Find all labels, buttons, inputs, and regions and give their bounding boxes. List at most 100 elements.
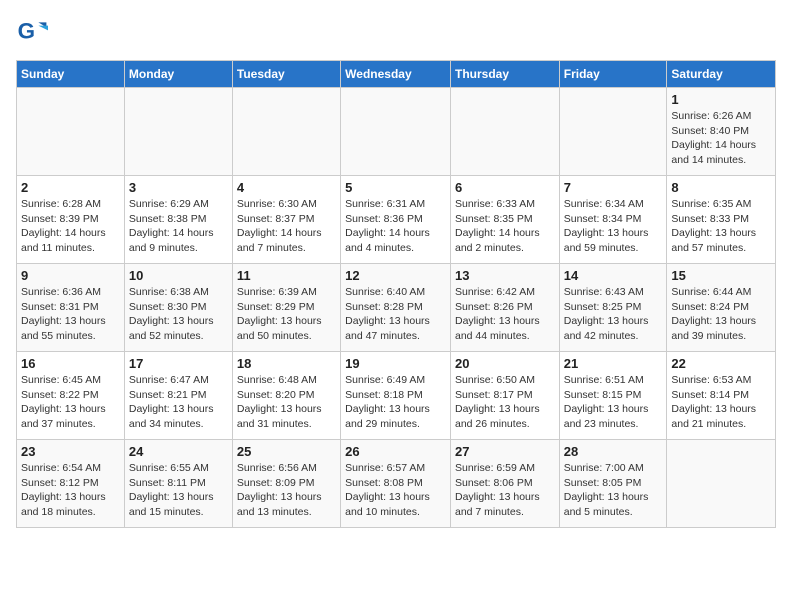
- weekday-header-sunday: Sunday: [17, 61, 125, 88]
- day-info: Sunrise: 6:56 AM Sunset: 8:09 PM Dayligh…: [237, 461, 336, 520]
- calendar-cell: 7 Sunrise: 6:34 AM Sunset: 8:34 PM Daylig…: [559, 176, 667, 264]
- day-info: Sunrise: 6:48 AM Sunset: 8:20 PM Dayligh…: [237, 373, 336, 432]
- day-number: 18: [237, 356, 336, 371]
- day-number: 10: [129, 268, 228, 283]
- day-info: Sunrise: 6:31 AM Sunset: 8:36 PM Dayligh…: [345, 197, 446, 256]
- day-info: Sunrise: 6:28 AM Sunset: 8:39 PM Dayligh…: [21, 197, 120, 256]
- calendar-cell: 20 Sunrise: 6:50 AM Sunset: 8:17 PM Dayli…: [450, 352, 559, 440]
- day-info: Sunrise: 6:36 AM Sunset: 8:31 PM Dayligh…: [21, 285, 120, 344]
- day-number: 22: [671, 356, 771, 371]
- weekday-header-wednesday: Wednesday: [341, 61, 451, 88]
- calendar-cell: 12 Sunrise: 6:40 AM Sunset: 8:28 PM Dayli…: [341, 264, 451, 352]
- day-number: 3: [129, 180, 228, 195]
- calendar-cell: 3 Sunrise: 6:29 AM Sunset: 8:38 PM Daylig…: [124, 176, 232, 264]
- day-info: Sunrise: 6:38 AM Sunset: 8:30 PM Dayligh…: [129, 285, 228, 344]
- day-number: 15: [671, 268, 771, 283]
- calendar-week-row: 16 Sunrise: 6:45 AM Sunset: 8:22 PM Dayli…: [17, 352, 776, 440]
- day-number: 19: [345, 356, 446, 371]
- day-info: Sunrise: 7:00 AM Sunset: 8:05 PM Dayligh…: [564, 461, 663, 520]
- calendar-cell: [667, 440, 776, 528]
- calendar-cell: 1 Sunrise: 6:26 AM Sunset: 8:40 PM Daylig…: [667, 88, 776, 176]
- day-number: 2: [21, 180, 120, 195]
- calendar-week-row: 2 Sunrise: 6:28 AM Sunset: 8:39 PM Daylig…: [17, 176, 776, 264]
- calendar-cell: 5 Sunrise: 6:31 AM Sunset: 8:36 PM Daylig…: [341, 176, 451, 264]
- day-number: 17: [129, 356, 228, 371]
- calendar-week-row: 9 Sunrise: 6:36 AM Sunset: 8:31 PM Daylig…: [17, 264, 776, 352]
- logo-icon: G: [16, 16, 48, 48]
- day-number: 4: [237, 180, 336, 195]
- calendar-cell: 28Sunrise: 7:00 AM Sunset: 8:05 PM Dayli…: [559, 440, 667, 528]
- day-number: 26: [345, 444, 446, 459]
- calendar-cell: [341, 88, 451, 176]
- calendar-cell: [559, 88, 667, 176]
- calendar-cell: 23 Sunrise: 6:54 AM Sunset: 8:12 PM Dayli…: [17, 440, 125, 528]
- day-info: Sunrise: 6:44 AM Sunset: 8:24 PM Dayligh…: [671, 285, 771, 344]
- calendar-cell: 24 Sunrise: 6:55 AM Sunset: 8:11 PM Dayli…: [124, 440, 232, 528]
- day-info: Sunrise: 6:33 AM Sunset: 8:35 PM Dayligh…: [455, 197, 555, 256]
- day-info: Sunrise: 6:35 AM Sunset: 8:33 PM Dayligh…: [671, 197, 771, 256]
- day-number: 21: [564, 356, 663, 371]
- day-info: Sunrise: 6:39 AM Sunset: 8:29 PM Dayligh…: [237, 285, 336, 344]
- calendar-cell: 25 Sunrise: 6:56 AM Sunset: 8:09 PM Dayli…: [232, 440, 340, 528]
- day-number: 8: [671, 180, 771, 195]
- day-number: 11: [237, 268, 336, 283]
- day-number: 5: [345, 180, 446, 195]
- logo: G: [16, 16, 52, 48]
- day-number: 14: [564, 268, 663, 283]
- calendar-cell: 2 Sunrise: 6:28 AM Sunset: 8:39 PM Daylig…: [17, 176, 125, 264]
- calendar-cell: 19 Sunrise: 6:49 AM Sunset: 8:18 PM Dayli…: [341, 352, 451, 440]
- day-info: Sunrise: 6:34 AM Sunset: 8:34 PM Dayligh…: [564, 197, 663, 256]
- day-number: 20: [455, 356, 555, 371]
- weekday-header-row: SundayMondayTuesdayWednesdayThursdayFrid…: [17, 61, 776, 88]
- calendar-cell: 9 Sunrise: 6:36 AM Sunset: 8:31 PM Daylig…: [17, 264, 125, 352]
- calendar-cell: 15 Sunrise: 6:44 AM Sunset: 8:24 PM Dayli…: [667, 264, 776, 352]
- day-info: Sunrise: 6:30 AM Sunset: 8:37 PM Dayligh…: [237, 197, 336, 256]
- day-info: Sunrise: 6:53 AM Sunset: 8:14 PM Dayligh…: [671, 373, 771, 432]
- calendar-cell: 16 Sunrise: 6:45 AM Sunset: 8:22 PM Dayli…: [17, 352, 125, 440]
- svg-text:G: G: [18, 18, 35, 43]
- calendar-cell: 17Sunrise: 6:47 AM Sunset: 8:21 PM Dayli…: [124, 352, 232, 440]
- weekday-header-saturday: Saturday: [667, 61, 776, 88]
- day-number: 12: [345, 268, 446, 283]
- day-info: Sunrise: 6:51 AM Sunset: 8:15 PM Dayligh…: [564, 373, 663, 432]
- calendar-cell: [17, 88, 125, 176]
- day-number: 6: [455, 180, 555, 195]
- calendar-week-row: 23 Sunrise: 6:54 AM Sunset: 8:12 PM Dayli…: [17, 440, 776, 528]
- calendar-cell: [450, 88, 559, 176]
- day-info: Sunrise: 6:54 AM Sunset: 8:12 PM Dayligh…: [21, 461, 120, 520]
- calendar-cell: [232, 88, 340, 176]
- calendar-cell: 10 Sunrise: 6:38 AM Sunset: 8:30 PM Dayli…: [124, 264, 232, 352]
- day-info: Sunrise: 6:55 AM Sunset: 8:11 PM Dayligh…: [129, 461, 228, 520]
- day-info: Sunrise: 6:45 AM Sunset: 8:22 PM Dayligh…: [21, 373, 120, 432]
- calendar-week-row: 1 Sunrise: 6:26 AM Sunset: 8:40 PM Daylig…: [17, 88, 776, 176]
- day-info: Sunrise: 6:29 AM Sunset: 8:38 PM Dayligh…: [129, 197, 228, 256]
- day-number: 1: [671, 92, 771, 107]
- day-number: 23: [21, 444, 120, 459]
- day-number: 24: [129, 444, 228, 459]
- page-header: G: [16, 16, 776, 48]
- calendar-cell: 22 Sunrise: 6:53 AM Sunset: 8:14 PM Dayli…: [667, 352, 776, 440]
- day-info: Sunrise: 6:49 AM Sunset: 8:18 PM Dayligh…: [345, 373, 446, 432]
- day-number: 16: [21, 356, 120, 371]
- calendar-cell: 26 Sunrise: 6:57 AM Sunset: 8:08 PM Dayli…: [341, 440, 451, 528]
- calendar-cell: 21 Sunrise: 6:51 AM Sunset: 8:15 PM Dayli…: [559, 352, 667, 440]
- day-number: 7: [564, 180, 663, 195]
- day-info: Sunrise: 6:50 AM Sunset: 8:17 PM Dayligh…: [455, 373, 555, 432]
- calendar-cell: 27Sunrise: 6:59 AM Sunset: 8:06 PM Dayli…: [450, 440, 559, 528]
- day-number: 13: [455, 268, 555, 283]
- weekday-header-tuesday: Tuesday: [232, 61, 340, 88]
- calendar-table: SundayMondayTuesdayWednesdayThursdayFrid…: [16, 60, 776, 528]
- day-number: 25: [237, 444, 336, 459]
- calendar-cell: 18 Sunrise: 6:48 AM Sunset: 8:20 PM Dayli…: [232, 352, 340, 440]
- calendar-cell: 4 Sunrise: 6:30 AM Sunset: 8:37 PM Daylig…: [232, 176, 340, 264]
- calendar-cell: 11 Sunrise: 6:39 AM Sunset: 8:29 PM Dayli…: [232, 264, 340, 352]
- day-number: 9: [21, 268, 120, 283]
- weekday-header-thursday: Thursday: [450, 61, 559, 88]
- calendar-cell: 14Sunrise: 6:43 AM Sunset: 8:25 PM Dayli…: [559, 264, 667, 352]
- weekday-header-monday: Monday: [124, 61, 232, 88]
- day-info: Sunrise: 6:26 AM Sunset: 8:40 PM Dayligh…: [671, 109, 771, 168]
- calendar-cell: 13Sunrise: 6:42 AM Sunset: 8:26 PM Dayli…: [450, 264, 559, 352]
- day-info: Sunrise: 6:40 AM Sunset: 8:28 PM Dayligh…: [345, 285, 446, 344]
- calendar-cell: 8 Sunrise: 6:35 AM Sunset: 8:33 PM Daylig…: [667, 176, 776, 264]
- day-info: Sunrise: 6:57 AM Sunset: 8:08 PM Dayligh…: [345, 461, 446, 520]
